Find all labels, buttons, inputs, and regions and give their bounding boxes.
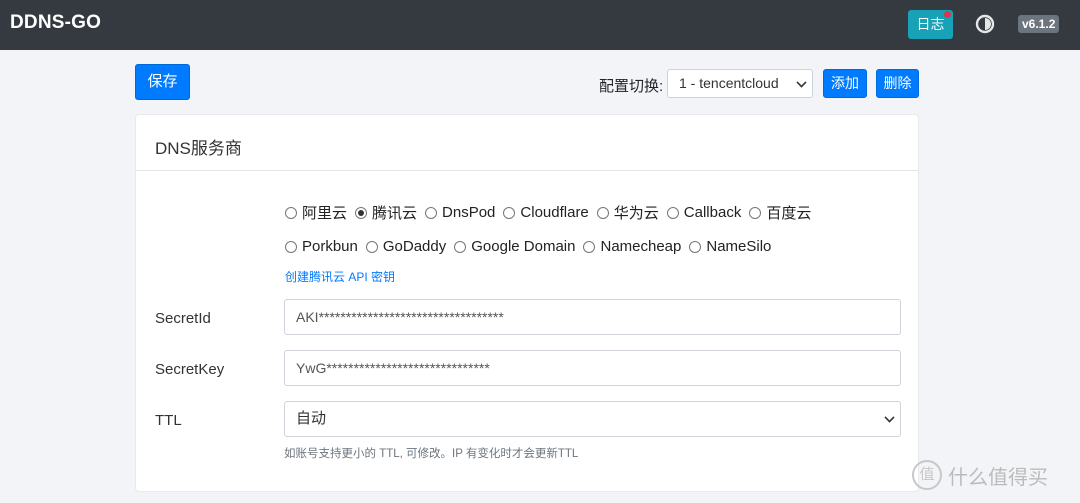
provider-option-godaddy[interactable]: GoDaddy [365,238,447,255]
provider-option-aliyun[interactable]: 阿里云 [285,202,347,223]
log-button[interactable]: 日志 [908,10,953,39]
watermark-logo-icon: 值 [912,460,942,490]
watermark: 值 什么值得买 [912,460,1048,490]
provider-option-callback[interactable]: Callback [666,204,742,221]
create-api-key-link[interactable]: 创建腾讯云 API 密钥 [285,268,395,285]
radio-checked-icon[interactable] [355,206,368,219]
radio-icon[interactable] [285,206,297,219]
app-brand[interactable]: DDNS-GO [10,12,101,34]
radio-icon[interactable] [503,206,516,219]
save-button[interactable]: 保存 [135,64,190,100]
radio-icon[interactable] [749,206,762,219]
add-config-button[interactable]: 添加 [823,69,867,98]
provider-option-namecheap[interactable]: Namecheap [583,238,681,255]
provider-label: 百度云 [766,205,812,222]
secret-key-label: SecretKey [155,361,225,378]
radio-icon[interactable] [666,206,679,219]
chevron-down-icon [796,77,807,88]
provider-label: Namecheap [600,238,682,255]
radio-icon[interactable] [689,240,702,253]
radio-icon[interactable] [583,240,596,253]
radio-icon[interactable] [454,240,467,253]
radio-icon[interactable] [365,240,378,253]
radio-icon[interactable] [425,206,438,219]
provider-option-googledomain[interactable]: Google Domain [454,238,575,255]
log-button-label: 日志 [916,16,945,32]
secret-id-label: SecretId [155,310,211,327]
provider-option-huaweicloud[interactable]: 华为云 [596,202,659,223]
provider-label: 腾讯云 [372,205,418,222]
top-navbar: DDNS-GO 日志 v6.1.2 [0,0,1080,50]
delete-config-button[interactable]: 删除 [876,69,919,98]
dns-provider-card: DNS服务商 阿里云 腾讯云 DnsPod Cloudflare 华为云 Cal… [135,114,919,492]
provider-radio-row-1: 阿里云 腾讯云 DnsPod Cloudflare 华为云 Callback 百… [285,202,819,223]
radio-icon[interactable] [285,240,297,253]
card-title: DNS服务商 [155,139,242,158]
config-switch-label: 配置切换: [599,78,664,95]
provider-option-cloudflare[interactable]: Cloudflare [503,204,589,221]
contrast-icon[interactable] [975,14,995,34]
provider-label: Callback [683,204,742,221]
config-select-value: 1 - tencentcloud [679,75,779,91]
secret-id-input[interactable]: AKI********************************** [284,299,901,335]
card-header: DNS服务商 [136,115,918,171]
provider-label: Porkbun [302,238,358,255]
version-badge: v6.1.2 [1018,15,1060,33]
provider-label: 华为云 [613,205,659,222]
provider-label: GoDaddy [382,238,447,255]
provider-option-dnspod[interactable]: DnsPod [425,204,495,221]
config-select[interactable]: 1 - tencentcloud [667,69,813,98]
provider-label: 阿里云 [302,205,348,222]
provider-option-tencentcloud[interactable]: 腾讯云 [355,202,417,223]
ttl-select[interactable]: 自动 [284,401,901,437]
provider-label: Google Domain [471,238,576,255]
secret-key-input[interactable]: YwG****************************** [284,350,901,386]
watermark-text: 什么值得买 [948,466,1048,489]
ttl-label: TTL [155,412,182,429]
ttl-select-value: 自动 [296,410,327,427]
provider-label: Cloudflare [520,204,589,221]
provider-option-baiducloud[interactable]: 百度云 [749,202,811,223]
provider-label: NameSilo [706,238,772,255]
radio-icon[interactable] [596,206,609,219]
notification-dot [944,11,951,18]
chevron-down-icon [884,412,895,423]
provider-radio-row-2: Porkbun GoDaddy Google Domain Namecheap … [285,238,779,255]
provider-label: DnsPod [442,204,496,221]
ttl-hint: 如账号支持更小的 TTL, 可修改。IP 有变化时才会更新TTL [284,448,579,460]
provider-option-namesilo[interactable]: NameSilo [689,238,771,255]
provider-option-porkbun[interactable]: Porkbun [285,238,358,255]
